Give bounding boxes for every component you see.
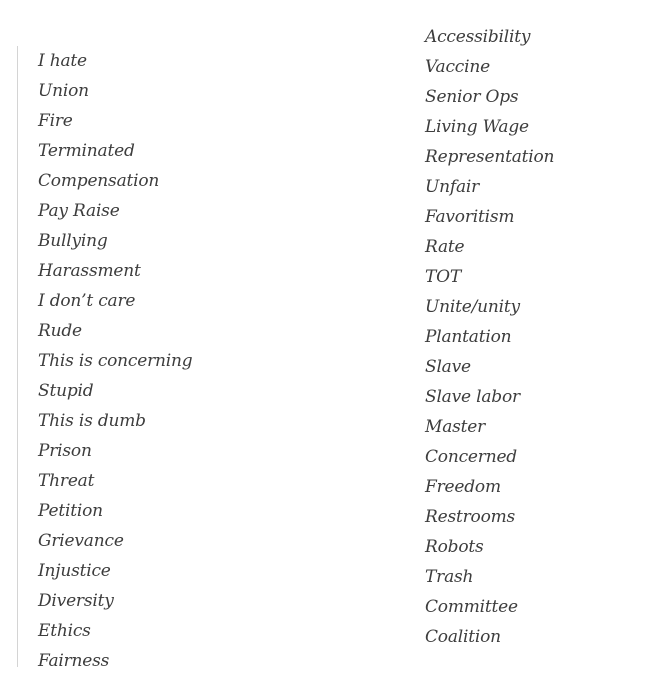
list-item: Committee [425,597,518,617]
list-item: Rude [38,321,82,341]
list-item: Favoritism [425,207,515,227]
list-item: I don’t care [38,291,136,311]
list-item: Rate [425,237,465,257]
list-item: Slave labor [425,387,520,407]
list-item: Terminated [38,141,135,161]
list-item: Living Wage [425,117,529,137]
list-item: Trash [425,567,474,587]
list-item: Unfair [425,177,480,197]
list-item: Concerned [425,447,517,467]
list-item: Prison [38,441,92,461]
list-item: Senior Ops [425,87,519,107]
list-item: Unite/unity [425,297,520,317]
list-item: Master [425,417,486,437]
list-item: This is concerning [38,351,193,371]
list-item: Diversity [38,591,114,611]
list-item: Freedom [425,477,501,497]
list-item: Stupid [38,381,94,401]
list-item: Ethics [38,621,91,641]
left-word-list: I hate Union Fire Terminated Compensatio… [17,46,317,671]
list-item: Restrooms [425,507,516,527]
list-item: Vaccine [425,57,490,77]
list-item: This is dumb [38,411,146,431]
list-item: Bullying [38,231,108,251]
list-item: Petition [38,501,103,521]
list-item: Representation [425,147,555,167]
list-item: Grievance [38,531,124,551]
list-item: Threat [38,471,95,491]
list-item: Coalition [425,627,501,647]
list-item: Plantation [425,327,512,347]
list-item: Compensation [38,171,160,191]
list-item: Slave [425,357,471,377]
right-word-list: Accessibility Vaccine Senior Ops Living … [425,22,645,652]
list-item: Robots [425,537,484,557]
list-item: Fire [38,111,73,131]
list-item: Accessibility [425,27,531,47]
list-item: Pay Raise [38,201,120,221]
list-item: Union [38,81,89,101]
list-item: TOT [425,267,462,287]
list-item: Harassment [38,261,141,281]
list-item: Injustice [38,561,111,581]
list-item: I hate [38,51,87,71]
list-item: Fairness [38,651,110,671]
